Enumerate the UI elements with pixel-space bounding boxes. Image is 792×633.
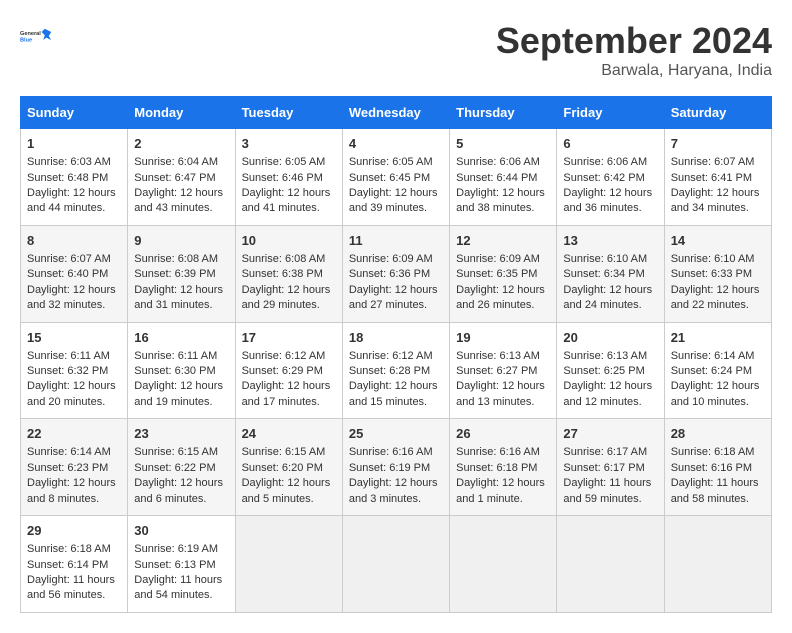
calendar-week-1: 1Sunrise: 6:03 AMSunset: 6:48 PMDaylight… [21,129,772,226]
month-title: September 2024 [496,20,772,62]
calendar-day-3: 3Sunrise: 6:05 AMSunset: 6:46 PMDaylight… [235,129,342,226]
calendar-day-11: 11Sunrise: 6:09 AMSunset: 6:36 PMDayligh… [342,225,449,322]
calendar-day-20: 20Sunrise: 6:13 AMSunset: 6:25 PMDayligh… [557,322,664,419]
calendar-day-2: 2Sunrise: 6:04 AMSunset: 6:47 PMDaylight… [128,129,235,226]
calendar-day-9: 9Sunrise: 6:08 AMSunset: 6:39 PMDaylight… [128,225,235,322]
day-header-tuesday: Tuesday [235,97,342,129]
calendar-day-8: 8Sunrise: 6:07 AMSunset: 6:40 PMDaylight… [21,225,128,322]
calendar-day-15: 15Sunrise: 6:11 AMSunset: 6:32 PMDayligh… [21,322,128,419]
location: Barwala, Haryana, India [496,62,772,80]
day-header-saturday: Saturday [664,97,771,129]
calendar-day-29: 29Sunrise: 6:18 AMSunset: 6:14 PMDayligh… [21,516,128,613]
calendar-day-17: 17Sunrise: 6:12 AMSunset: 6:29 PMDayligh… [235,322,342,419]
calendar-day-empty [557,516,664,613]
logo: GeneralBlue [20,20,52,52]
calendar-day-23: 23Sunrise: 6:15 AMSunset: 6:22 PMDayligh… [128,419,235,516]
calendar-day-empty [664,516,771,613]
calendar-day-16: 16Sunrise: 6:11 AMSunset: 6:30 PMDayligh… [128,322,235,419]
calendar-day-30: 30Sunrise: 6:19 AMSunset: 6:13 PMDayligh… [128,516,235,613]
calendar-week-4: 22Sunrise: 6:14 AMSunset: 6:23 PMDayligh… [21,419,772,516]
page-header: GeneralBlue September 2024 Barwala, Hary… [20,20,772,80]
calendar-day-28: 28Sunrise: 6:18 AMSunset: 6:16 PMDayligh… [664,419,771,516]
calendar-day-18: 18Sunrise: 6:12 AMSunset: 6:28 PMDayligh… [342,322,449,419]
calendar-day-1: 1Sunrise: 6:03 AMSunset: 6:48 PMDaylight… [21,129,128,226]
day-header-monday: Monday [128,97,235,129]
title-block: September 2024 Barwala, Haryana, India [496,20,772,80]
calendar-day-19: 19Sunrise: 6:13 AMSunset: 6:27 PMDayligh… [450,322,557,419]
calendar-day-5: 5Sunrise: 6:06 AMSunset: 6:44 PMDaylight… [450,129,557,226]
day-header-sunday: Sunday [21,97,128,129]
svg-text:Blue: Blue [20,38,32,44]
calendar-day-empty [235,516,342,613]
calendar-day-14: 14Sunrise: 6:10 AMSunset: 6:33 PMDayligh… [664,225,771,322]
day-header-wednesday: Wednesday [342,97,449,129]
calendar-week-5: 29Sunrise: 6:18 AMSunset: 6:14 PMDayligh… [21,516,772,613]
calendar-week-2: 8Sunrise: 6:07 AMSunset: 6:40 PMDaylight… [21,225,772,322]
calendar-day-21: 21Sunrise: 6:14 AMSunset: 6:24 PMDayligh… [664,322,771,419]
svg-text:General: General [20,31,41,37]
calendar-day-12: 12Sunrise: 6:09 AMSunset: 6:35 PMDayligh… [450,225,557,322]
calendar-day-24: 24Sunrise: 6:15 AMSunset: 6:20 PMDayligh… [235,419,342,516]
calendar-day-empty [450,516,557,613]
logo-icon: GeneralBlue [20,20,52,52]
calendar-day-empty [342,516,449,613]
calendar-table: SundayMondayTuesdayWednesdayThursdayFrid… [20,96,772,613]
day-header-thursday: Thursday [450,97,557,129]
calendar-week-3: 15Sunrise: 6:11 AMSunset: 6:32 PMDayligh… [21,322,772,419]
day-header-friday: Friday [557,97,664,129]
calendar-day-22: 22Sunrise: 6:14 AMSunset: 6:23 PMDayligh… [21,419,128,516]
header-row: SundayMondayTuesdayWednesdayThursdayFrid… [21,97,772,129]
calendar-day-7: 7Sunrise: 6:07 AMSunset: 6:41 PMDaylight… [664,129,771,226]
calendar-day-26: 26Sunrise: 6:16 AMSunset: 6:18 PMDayligh… [450,419,557,516]
calendar-day-27: 27Sunrise: 6:17 AMSunset: 6:17 PMDayligh… [557,419,664,516]
calendar-day-13: 13Sunrise: 6:10 AMSunset: 6:34 PMDayligh… [557,225,664,322]
calendar-day-10: 10Sunrise: 6:08 AMSunset: 6:38 PMDayligh… [235,225,342,322]
calendar-day-25: 25Sunrise: 6:16 AMSunset: 6:19 PMDayligh… [342,419,449,516]
calendar-day-4: 4Sunrise: 6:05 AMSunset: 6:45 PMDaylight… [342,129,449,226]
calendar-day-6: 6Sunrise: 6:06 AMSunset: 6:42 PMDaylight… [557,129,664,226]
